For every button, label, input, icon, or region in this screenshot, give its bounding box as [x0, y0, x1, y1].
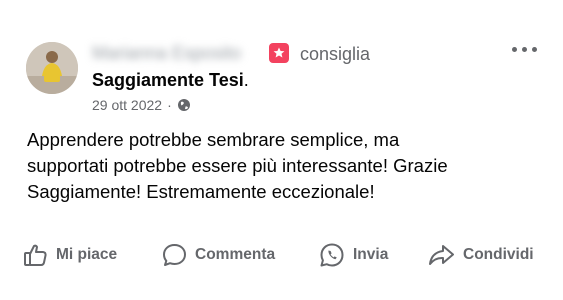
comment-label: Commenta [195, 246, 276, 263]
share-label: Condividi [463, 246, 534, 263]
globe-icon[interactable] [177, 98, 191, 112]
post-body-line: supportati potrebbe essere più interessa… [27, 155, 448, 176]
ellipsis-icon[interactable] [512, 44, 538, 54]
post-body-line: Apprendere potrebbe sembrare semplice, m… [27, 129, 400, 150]
avatar-image [26, 42, 78, 94]
author-name[interactable]: Marianna Esposito [92, 42, 264, 64]
thumbs-up-icon [23, 243, 48, 267]
recommendation-label: consiglia [300, 44, 371, 64]
page-name-link[interactable]: Saggiamente Tesi [92, 70, 244, 90]
post-body-line: Saggiamente! Estremamente eccezionale! [27, 181, 375, 202]
post-body: Apprendere potrebbe sembrare semplice, m… [27, 127, 537, 205]
like-label: Mi piace [56, 246, 118, 263]
like-button[interactable]: Mi piace [23, 238, 117, 272]
share-arrow-icon [428, 243, 455, 267]
star-badge-icon [269, 43, 289, 63]
meta-separator: · [167, 97, 172, 113]
action-bar: Mi piace Commenta Invia Condividi [0, 238, 563, 272]
page-name-suffix: . [243, 70, 249, 90]
whatsapp-icon [319, 242, 345, 268]
comment-button[interactable]: Commenta [162, 238, 275, 272]
post-date[interactable]: 29 ott 2022 [92, 96, 162, 114]
send-label: Invia [353, 246, 389, 263]
send-button[interactable]: Invia [319, 238, 388, 272]
avatar[interactable] [26, 42, 78, 94]
share-button[interactable]: Condividi [428, 238, 534, 272]
post-meta: 29 ott 2022 · [92, 96, 191, 114]
speech-bubble-icon [162, 243, 187, 267]
page-name-line: Saggiamente Tesi. [92, 68, 249, 92]
